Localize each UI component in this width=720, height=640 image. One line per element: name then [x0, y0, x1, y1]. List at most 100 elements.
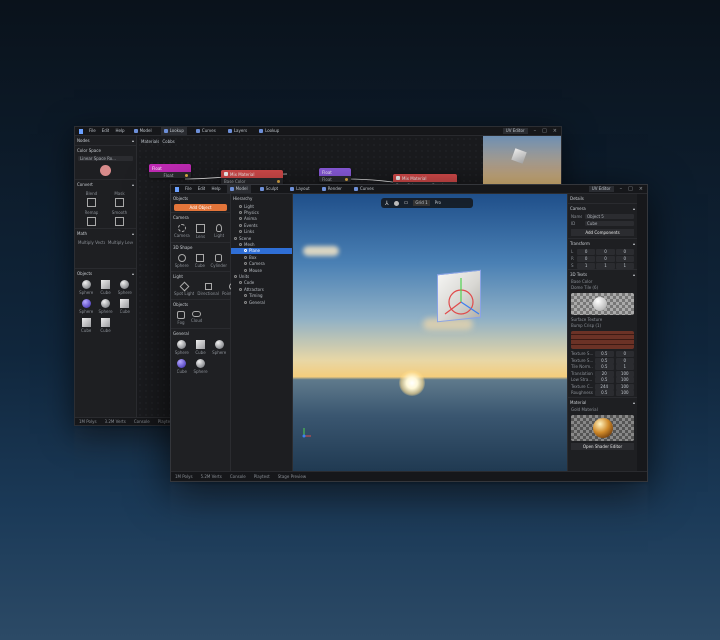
maximize-icon[interactable]: □ — [542, 128, 547, 134]
close-icon[interactable]: × — [553, 128, 557, 134]
transform-value-input[interactable]: 0 — [596, 248, 615, 255]
collapse-icon[interactable]: ▴ — [633, 206, 635, 211]
transform-value-input[interactable]: 0 — [615, 248, 634, 255]
tab-layers[interactable]: Layers — [225, 127, 250, 136]
stage-preview-tab[interactable]: Stage Preview — [278, 474, 306, 480]
convert-item-mask[interactable]: Mask — [107, 191, 132, 207]
brick-texture-thumbnail[interactable] — [571, 331, 634, 349]
property-input[interactable]: 100 — [615, 383, 634, 390]
dome-texture-thumbnail[interactable] — [571, 293, 634, 315]
menu-help[interactable]: Help — [211, 186, 220, 192]
id-input[interactable]: Cube — [585, 221, 634, 226]
collapse-icon[interactable]: ▴ — [132, 271, 134, 276]
property-input[interactable]: 0 — [615, 357, 634, 364]
maximize-icon[interactable]: □ — [628, 186, 633, 192]
fog-item[interactable]: Fog — [177, 311, 185, 326]
tab-render[interactable]: Render — [319, 185, 345, 194]
tab-lookup[interactable]: Lookup — [160, 126, 187, 136]
light-item[interactable]: Light — [211, 224, 227, 240]
property-input[interactable]: 1 — [615, 364, 634, 371]
general-item[interactable]: Cube — [193, 340, 209, 356]
object-item[interactable]: Cube — [117, 299, 133, 315]
tab-lookup-2[interactable]: Lookup — [256, 127, 282, 136]
axis-x[interactable] — [444, 301, 462, 315]
output-port[interactable] — [345, 177, 348, 181]
minimize-icon[interactable]: – — [534, 128, 537, 134]
node-float-2[interactable]: Float Float — [319, 168, 351, 182]
3d-viewport[interactable]: ⅄ ▭ Grid 1 Pro — [293, 194, 567, 471]
output-port[interactable] — [184, 173, 188, 177]
port[interactable] — [277, 179, 280, 183]
math-item[interactable]: Multiply Levels — [108, 240, 133, 246]
shading-icon[interactable] — [393, 200, 399, 206]
property-input[interactable]: 0.5 — [595, 377, 614, 384]
convert-item-blend[interactable]: Blend — [79, 191, 104, 207]
tab-sculpt[interactable]: Sculpt — [257, 185, 282, 194]
console-tab[interactable]: Console — [134, 419, 150, 425]
collapse-icon[interactable]: ▴ — [633, 400, 635, 405]
tab-layout[interactable]: Layout — [287, 185, 313, 194]
add-object-button[interactable]: Add Object — [174, 204, 227, 211]
menu-edit[interactable]: Edit — [198, 186, 206, 192]
object-item[interactable]: Sphere — [78, 299, 94, 315]
property-input[interactable]: 0 — [615, 351, 634, 358]
transform-value-input[interactable]: 1 — [577, 262, 596, 269]
general-item[interactable]: Sphere — [193, 359, 209, 375]
open-shader-editor-button[interactable]: Open Shader Editor — [571, 442, 634, 450]
menu-file[interactable]: File — [89, 128, 96, 134]
transform-value-input[interactable]: 1 — [615, 262, 634, 269]
tab-curves[interactable]: Curves — [351, 185, 377, 194]
general-item[interactable]: Sphere — [174, 340, 190, 356]
uv-editor-label[interactable]: UV Editor — [502, 128, 528, 134]
math-item[interactable]: Multiply Vectors — [78, 240, 105, 246]
color-swatch[interactable] — [100, 165, 111, 176]
cube-item[interactable]: Cube — [192, 254, 207, 269]
transform-value-input[interactable]: 0 — [596, 255, 615, 262]
object-item[interactable]: Cube — [97, 318, 113, 334]
menu-file[interactable]: File — [185, 186, 192, 192]
property-input[interactable]: 100 — [615, 390, 634, 397]
property-input[interactable]: 0.5 — [595, 357, 614, 364]
collapse-icon[interactable]: ▴ — [132, 231, 134, 236]
name-input[interactable]: Object 5 — [585, 214, 634, 219]
transform-gizmo[interactable] — [433, 270, 493, 330]
collapse-icon[interactable]: ▴ — [633, 272, 635, 277]
object-item[interactable]: Cube — [78, 318, 94, 334]
pro-setting[interactable]: Pro — [435, 200, 441, 206]
property-input[interactable]: 0.5 — [595, 390, 614, 397]
uv-editor-label[interactable]: UV Editor — [588, 186, 614, 192]
playtest-tab[interactable]: Playtest — [254, 474, 270, 480]
collapse-icon[interactable]: ▴ — [633, 241, 635, 246]
cloud-item[interactable]: Cloud — [191, 311, 202, 326]
sphere-item[interactable]: Sphere — [174, 254, 189, 269]
close-icon[interactable]: × — [639, 186, 643, 192]
property-input[interactable]: 244 — [595, 383, 614, 390]
add-components-button[interactable]: Add Components — [571, 229, 634, 236]
property-input[interactable]: 0.5 — [595, 351, 614, 358]
camera-icon[interactable]: ▭ — [404, 200, 409, 206]
spot-light-item[interactable]: Spot Light — [174, 281, 194, 297]
tab-model[interactable]: Model — [226, 184, 251, 194]
menu-edit[interactable]: Edit — [102, 128, 110, 134]
object-item[interactable]: Sphere — [78, 280, 94, 296]
tab-curves[interactable]: Curves — [193, 127, 219, 136]
convert-item-smooth[interactable]: Smooth — [107, 210, 132, 226]
transform-value-input[interactable]: 0 — [577, 255, 596, 262]
axis-z[interactable] — [460, 301, 480, 315]
object-item[interactable]: Cube — [97, 280, 113, 296]
camera-item[interactable]: Camera — [174, 224, 190, 240]
transform-value-input[interactable]: 0 — [615, 255, 634, 262]
property-input[interactable]: 100 — [615, 370, 634, 377]
console-tab[interactable]: Console — [230, 474, 246, 480]
lens-item[interactable]: Lens — [193, 224, 209, 240]
transform-value-input[interactable]: 1 — [596, 262, 615, 269]
directional-item[interactable]: Directional — [197, 283, 219, 297]
grid-setting[interactable]: Grid 1 — [413, 200, 430, 206]
property-input[interactable]: 20 — [595, 370, 614, 377]
cylinder-item[interactable]: Cylinder — [210, 254, 227, 269]
gizmo-toggle-icon[interactable]: ⅄ — [385, 200, 389, 207]
convert-item-remap[interactable]: Remap — [79, 210, 104, 226]
minimize-icon[interactable]: – — [620, 186, 623, 192]
collapse-icon[interactable]: ▴ — [132, 138, 134, 143]
general-item[interactable]: Cube — [174, 359, 190, 375]
